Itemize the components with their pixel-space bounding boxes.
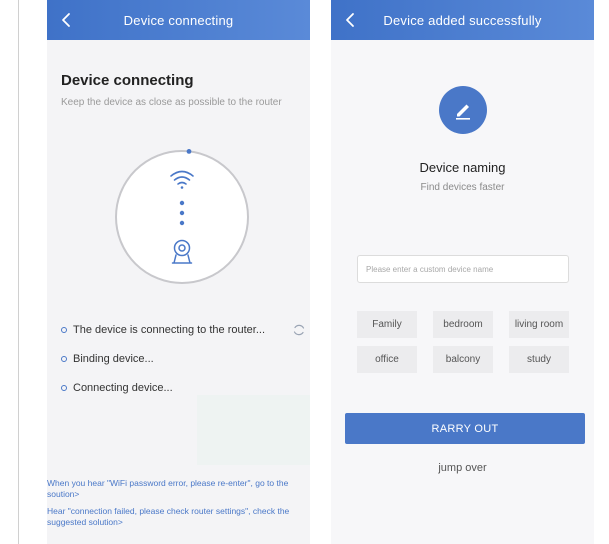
carry-out-button[interactable]: RARRY OUT [345,413,585,444]
naming-subtitle: Find devices faster [420,182,505,193]
progress-ring [115,149,249,284]
navbar-title: Device connecting [123,12,234,28]
tag-study[interactable]: study [509,346,569,373]
connection-status-list: The device is connecting to the router..… [61,322,306,409]
naming-title: Device naming [419,160,506,175]
navbar: Device added successfully [331,0,594,40]
back-button[interactable] [57,10,77,30]
tag-office[interactable]: office [357,346,417,373]
loading-spinner-icon [292,323,306,337]
device-added-screen: Device added successfully Device naming … [331,0,594,544]
device-connecting-screen: Device connecting Device connecting Keep… [47,0,310,544]
status-item-router: The device is connecting to the router..… [61,322,306,351]
page-title: Device connecting [61,72,194,89]
status-label: Connecting device... [73,382,173,394]
tag-living-room[interactable]: living room [509,311,569,338]
wifi-password-help-link[interactable]: When you hear "WiFi password error, plea… [47,478,307,500]
tag-balcony[interactable]: balcony [433,346,493,373]
connection-dots [179,200,185,226]
status-label: The device is connecting to the router..… [73,324,266,336]
device-name-input[interactable] [357,255,569,283]
navbar-title: Device added successfully [383,12,542,28]
back-button[interactable] [341,10,361,30]
status-item-connecting: Connecting device... [61,380,306,409]
connection-illustration [113,148,251,286]
pencil-icon [456,104,470,120]
chevron-left-icon [346,13,354,27]
page-divider-line [18,0,19,544]
jump-over-link[interactable]: jump over [331,462,594,474]
progress-dot [186,149,192,154]
bullet-icon [61,356,67,362]
connection-failed-help-link[interactable]: Hear "connection failed, please check ro… [47,506,307,528]
chevron-left-icon [62,13,70,27]
edit-badge [439,86,487,134]
status-label: Binding device... [73,353,154,365]
bullet-icon [61,385,67,391]
page-subtitle: Keep the device as close as possible to … [61,97,282,108]
status-item-binding: Binding device... [61,351,306,380]
bullet-icon [61,327,67,333]
navbar: Device connecting [47,0,310,40]
tag-family[interactable]: Family [357,311,417,338]
tag-bedroom[interactable]: bedroom [433,311,493,338]
